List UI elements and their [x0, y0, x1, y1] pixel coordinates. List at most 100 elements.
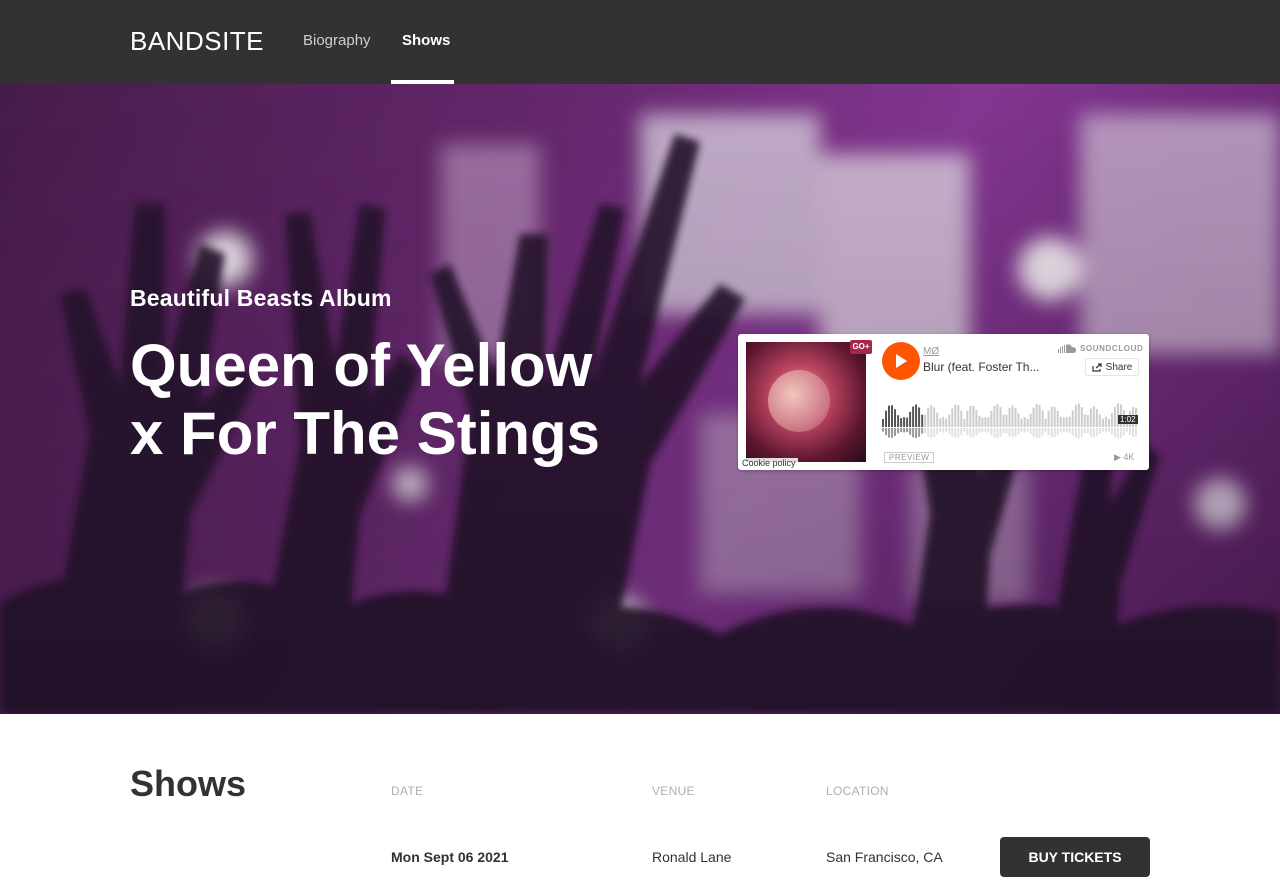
- waveform-bar: [1095, 409, 1098, 427]
- waveform-bar-reflection: [1035, 428, 1038, 439]
- waveform-bar: [975, 410, 978, 427]
- waveform-bar: [906, 417, 909, 427]
- waveform-bar-reflection: [1107, 428, 1110, 432]
- waveform-bar: [1026, 418, 1029, 427]
- waveform-bar-reflection: [1110, 428, 1113, 435]
- waveform-bar-reflection: [963, 428, 966, 432]
- waveform-bar: [1002, 414, 1005, 427]
- buy-tickets-button[interactable]: BUY TICKETS: [1000, 837, 1150, 877]
- waveform-bar: [1065, 417, 1068, 427]
- waveform-bar: [1101, 418, 1104, 427]
- waveform-bar-reflection: [1017, 428, 1020, 435]
- nav-link-shows[interactable]: Shows: [402, 32, 450, 49]
- waveform-bar-reflection: [1089, 428, 1092, 437]
- waveform-bar: [1008, 408, 1011, 427]
- waveform-bar: [1113, 407, 1116, 427]
- waveform-bar: [930, 405, 933, 427]
- waveform-bar-reflection: [888, 428, 890, 438]
- play-count-value: 4K: [1123, 452, 1135, 462]
- waveform-bar: [981, 417, 984, 427]
- waveform-bar: [1023, 416, 1026, 427]
- waveform-bar: [1011, 405, 1014, 427]
- waveform-bar-reflection: [1053, 428, 1056, 438]
- waveform-bar: [1062, 417, 1065, 427]
- waveform-bar-reflection: [1032, 428, 1035, 437]
- waveform-bar-reflection: [1014, 428, 1017, 437]
- waveform-bar: [1092, 406, 1095, 427]
- waveform-bar: [972, 406, 975, 427]
- preview-badge: PREVIEW: [884, 452, 935, 463]
- waveform-bar-reflection: [978, 428, 981, 433]
- waveform-bar-reflection: [918, 428, 921, 437]
- waveform-bar-reflection: [1129, 428, 1131, 435]
- hero-title-line-1: Queen of Yellow: [130, 332, 593, 399]
- site-logo[interactable]: BANDSITE: [130, 26, 264, 57]
- waveform-bar: [951, 408, 954, 427]
- soundcloud-logo[interactable]: SOUNDCLOUD: [1058, 344, 1143, 353]
- waveform-bar: [939, 418, 942, 427]
- column-header-date: DATE: [391, 784, 424, 798]
- waveform-bar-reflection: [1059, 428, 1062, 433]
- waveform-bar: [1050, 406, 1053, 427]
- waveform-bar: [891, 405, 893, 427]
- waveform-bar: [987, 417, 990, 427]
- hero-title: Queen of Yellow x For The Stings: [130, 332, 690, 468]
- cookie-policy-link[interactable]: Cookie policy: [740, 458, 798, 468]
- waveform-bar-reflection: [1062, 428, 1065, 433]
- nav-link-biography[interactable]: Biography: [303, 32, 371, 49]
- waveform-bar-reflection: [1126, 428, 1128, 432]
- waveform-bar-reflection: [1050, 428, 1053, 438]
- waveform-bar: [885, 410, 887, 427]
- waveform-bar-reflection: [903, 428, 906, 433]
- play-button[interactable]: [882, 342, 920, 380]
- track-title[interactable]: Blur (feat. Foster Th...: [923, 360, 1083, 374]
- waveform-bar-reflection: [927, 428, 930, 437]
- waveform-bar: [1020, 418, 1023, 427]
- waveform-bar-reflection: [1074, 428, 1077, 438]
- waveform-bar-reflection: [972, 428, 975, 438]
- play-icon: [896, 354, 907, 368]
- waveform-bar: [990, 411, 993, 427]
- share-button[interactable]: Share: [1085, 358, 1139, 376]
- waveform-bar-reflection: [1116, 428, 1119, 439]
- hero-title-line-2: x For The Stings: [130, 400, 601, 467]
- waveform-bar: [897, 415, 900, 427]
- waveform-bar: [882, 419, 884, 427]
- waveform-bar: [978, 415, 981, 427]
- go-plus-badge: GO+: [850, 340, 872, 354]
- waveform-bar-reflection: [942, 428, 945, 433]
- waveform[interactable]: [882, 394, 1138, 444]
- waveform-bar-reflection: [993, 428, 996, 438]
- waveform-bar-reflection: [987, 428, 990, 433]
- waveform-bar: [1071, 410, 1074, 427]
- waveform-bar-reflection: [1071, 428, 1074, 436]
- waveform-bar: [909, 411, 912, 427]
- waveform-bar: [993, 405, 996, 427]
- waveform-bar-reflection: [954, 428, 957, 439]
- waveform-bar: [936, 412, 939, 427]
- waveform-bar: [957, 405, 960, 427]
- waveform-bar: [1017, 413, 1020, 427]
- album-artwork[interactable]: [746, 342, 866, 462]
- waveform-bar-reflection: [960, 428, 963, 436]
- waveform-bar-reflection: [1095, 428, 1098, 437]
- waveform-bar: [1104, 416, 1107, 427]
- waveform-bar: [984, 417, 987, 427]
- share-icon: [1092, 362, 1102, 372]
- artist-link[interactable]: MØ: [923, 346, 939, 357]
- waveform-bar-reflection: [990, 428, 993, 436]
- waveform-bar-reflection: [1104, 428, 1107, 433]
- waveform-bar-reflection: [1044, 428, 1047, 432]
- shows-heading: Shows: [130, 763, 247, 804]
- waveform-bar: [966, 410, 969, 427]
- waveform-bar-reflection: [1008, 428, 1011, 437]
- waveform-bar: [903, 417, 906, 427]
- waveform-bar: [999, 407, 1002, 427]
- waveform-bar: [954, 404, 957, 427]
- artwork-figure: [768, 370, 830, 432]
- waveform-bar-reflection: [1068, 428, 1071, 433]
- waveform-bar: [960, 410, 963, 427]
- waveform-bar-reflection: [1080, 428, 1083, 437]
- waveform-bar-reflection: [939, 428, 942, 432]
- waveform-bar: [1110, 413, 1113, 427]
